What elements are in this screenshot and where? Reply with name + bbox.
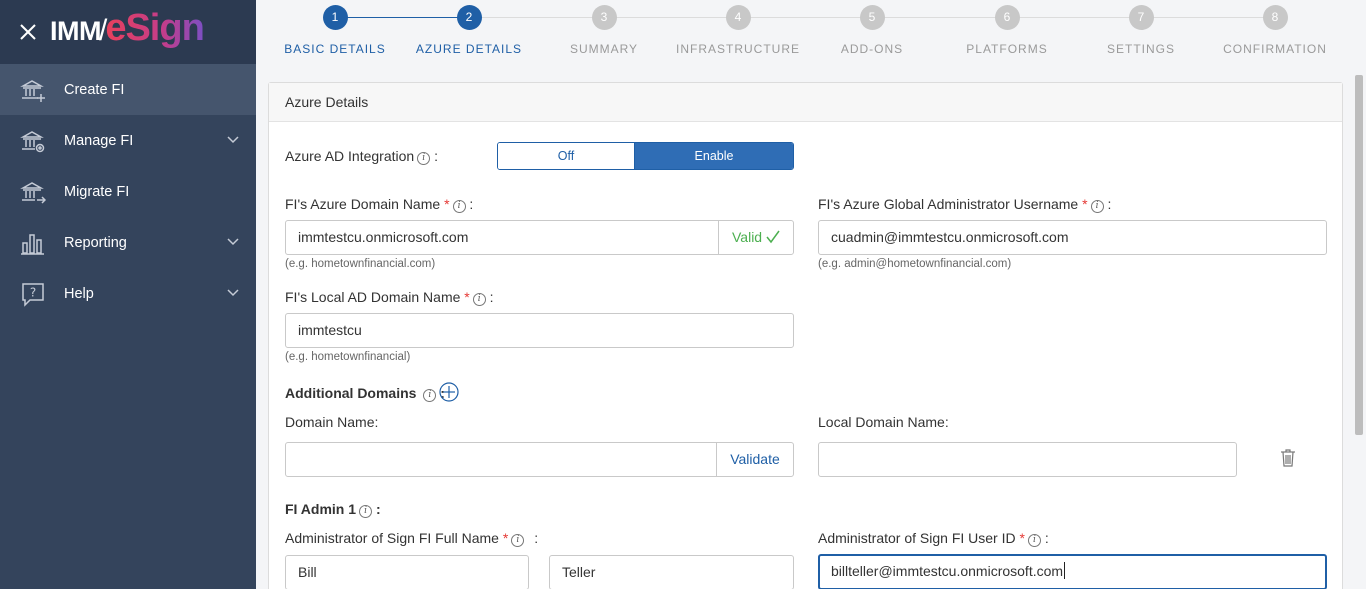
step-infrastructure[interactable]: 4 INFRASTRUCTURE	[668, 5, 808, 56]
step-label: SUMMARY	[569, 42, 639, 56]
step-azure-details[interactable]: 2 AZURE DETAILS	[399, 5, 539, 56]
step-summary[interactable]: 3 SUMMARY	[534, 5, 674, 56]
trash-icon[interactable]	[1280, 449, 1296, 467]
azure-domain-hint: (e.g. hometownfinancial.com)	[285, 258, 436, 270]
app-logo: IMM / eSign	[50, 7, 205, 49]
local-ad-domain-label: FI's Local AD Domain Name * i :	[285, 289, 494, 306]
step-platforms[interactable]: 6 PLATFORMS	[937, 5, 1077, 56]
bank-migrate-icon	[20, 182, 46, 204]
sidebar-item-reporting[interactable]: Reporting	[0, 217, 256, 268]
fi-admin-heading: FI Admin 1i :	[285, 501, 381, 518]
local-domain-name-label: Local Domain Name:	[818, 414, 949, 430]
step-label: PLATFORMS	[966, 42, 1048, 56]
required-marker: *	[502, 530, 509, 546]
info-icon[interactable]: i	[1090, 200, 1104, 213]
info-icon[interactable]: i	[472, 293, 486, 306]
panel-title: Azure Details	[269, 83, 1342, 122]
sidebar-item-create-fi[interactable]: Create FI	[0, 64, 256, 115]
admin-user-id-label: Administrator of Sign FI User ID * i :	[818, 530, 1049, 547]
step-label: AZURE DETAILS	[415, 42, 523, 56]
admin-full-name-label: Administrator of Sign FI Full Name * i :	[285, 530, 539, 547]
valid-status: Valid	[718, 221, 793, 254]
step-label: CONFIRMATION	[1223, 42, 1327, 56]
step-label: INFRASTRUCTURE	[676, 42, 800, 56]
step-number: 5	[859, 5, 885, 30]
azure-domain-label: FI's Azure Domain Name * i :	[285, 196, 474, 213]
chevron-down-icon	[227, 289, 239, 297]
sidebar-item-label: Help	[64, 285, 94, 302]
sidebar-item-label: Manage FI	[64, 132, 134, 149]
text-caret	[1064, 562, 1066, 579]
help-icon: ?	[22, 283, 44, 307]
sidebar-item-label: Migrate FI	[64, 183, 130, 200]
sidebar-item-manage-fi[interactable]: Manage FI	[0, 115, 256, 166]
admin-user-id-input[interactable]: billteller@immtestcu.onmicrosoft.com	[818, 554, 1327, 589]
info-icon[interactable]: i	[1027, 534, 1041, 547]
local-ad-domain-hint: (e.g. hometownfinancial)	[285, 351, 411, 363]
global-admin-label: FI's Azure Global Administrator Username…	[818, 196, 1112, 213]
azure-domain-input[interactable]: immtestcu.onmicrosoft.com Valid	[285, 220, 794, 255]
local-ad-domain-input[interactable]: immtestcu	[285, 313, 794, 348]
ad-integration-enable-button[interactable]: Enable	[635, 143, 793, 169]
checkmark-icon	[766, 230, 780, 244]
info-icon[interactable]: i	[452, 200, 466, 213]
add-domain-icon[interactable]	[439, 382, 459, 402]
admin-last-name-input[interactable]: Teller	[549, 555, 794, 589]
global-admin-hint: (e.g. admin@hometownfinancial.com)	[818, 258, 1012, 270]
step-number: 1	[322, 5, 348, 30]
domain-name-label: Domain Name:	[285, 414, 379, 430]
close-icon[interactable]	[18, 22, 38, 42]
info-icon[interactable]: i	[511, 534, 525, 547]
additional-domains-heading: Additional Domains i :	[285, 385, 445, 402]
bank-settings-icon	[20, 131, 45, 153]
required-marker: *	[464, 289, 470, 305]
sidebar: IMM / eSign Create FI Manage FI Migrate …	[0, 0, 256, 589]
sidebar-item-migrate-fi[interactable]: Migrate FI	[0, 166, 256, 217]
step-settings[interactable]: 7 SETTINGS	[1071, 5, 1211, 56]
bar-chart-icon	[21, 234, 44, 255]
step-number: 2	[456, 5, 482, 30]
step-add-ons[interactable]: 5 ADD-ONS	[802, 5, 942, 56]
required-marker: *	[1082, 196, 1088, 212]
step-number: 3	[591, 5, 617, 30]
required-marker: *	[444, 196, 450, 212]
info-icon[interactable]: i	[359, 505, 373, 518]
sidebar-header: IMM / eSign	[0, 0, 256, 64]
step-label: SETTINGS	[1106, 42, 1175, 56]
local-domain-name-input[interactable]	[818, 442, 1237, 477]
domain-name-input[interactable]: Validate	[285, 442, 794, 477]
wizard-stepper: 1 BASIC DETAILS 2 AZURE DETAILS 3 SUMMAR…	[268, 0, 1343, 68]
page-scrollbar[interactable]	[1355, 75, 1363, 435]
step-label: BASIC DETAILS	[284, 42, 386, 56]
admin-first-name-input[interactable]: Bill	[285, 555, 529, 589]
validate-button[interactable]: Validate	[716, 443, 793, 476]
info-icon[interactable]: i	[423, 389, 437, 402]
ad-integration-toggle: Off Enable	[497, 142, 794, 170]
step-confirmation[interactable]: 8 CONFIRMATION	[1205, 5, 1345, 56]
sidebar-item-label: Create FI	[64, 81, 125, 98]
step-number: 8	[1262, 5, 1288, 30]
svg-text:?: ?	[30, 286, 36, 300]
azure-details-panel: Azure Details Azure AD Integration i : Of…	[268, 82, 1343, 589]
step-number: 4	[725, 5, 751, 30]
bank-add-icon	[20, 80, 45, 102]
ad-integration-label: Azure AD Integration i :	[285, 148, 438, 165]
required-marker: *	[1019, 530, 1025, 546]
info-icon[interactable]: i	[417, 152, 431, 165]
step-number: 7	[1128, 5, 1154, 30]
chevron-down-icon	[227, 238, 239, 246]
global-admin-input[interactable]: cuadmin@immtestcu.onmicrosoft.com	[818, 220, 1327, 255]
step-number: 6	[994, 5, 1020, 30]
step-label: ADD-ONS	[840, 42, 904, 56]
step-basic-details[interactable]: 1 BASIC DETAILS	[265, 5, 405, 56]
ad-integration-off-button[interactable]: Off	[498, 143, 635, 169]
sidebar-item-help[interactable]: ? Help	[0, 268, 256, 319]
sidebar-item-label: Reporting	[64, 234, 127, 251]
chevron-down-icon	[227, 136, 239, 144]
